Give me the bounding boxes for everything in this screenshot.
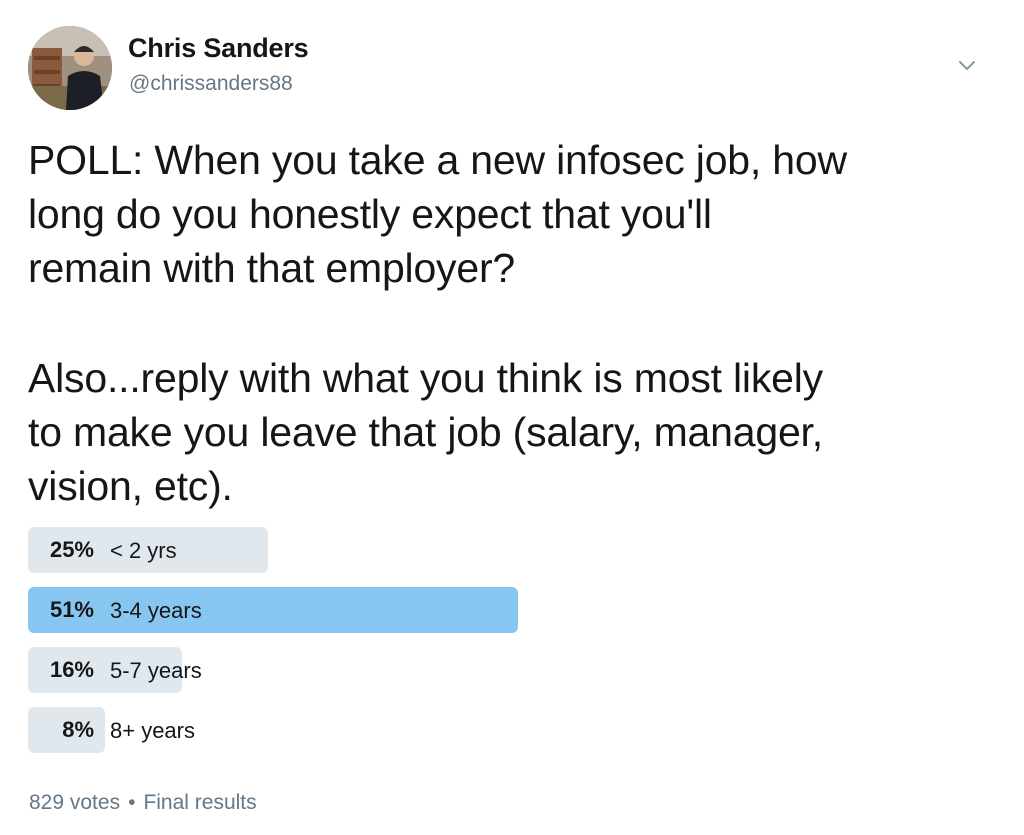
poll-option-2: 51% 3-4 years	[28, 587, 988, 633]
poll-option-label: 8+ years	[110, 718, 195, 743]
poll-option-1: 25% < 2 yrs	[28, 527, 988, 573]
poll-option-label: 3-4 years	[110, 598, 202, 623]
chevron-down-icon[interactable]	[952, 54, 982, 78]
poll-status: Final results	[143, 791, 257, 814]
poll-bar	[28, 587, 518, 633]
avatar-image	[28, 26, 112, 110]
poll-option-label: 5-7 years	[110, 658, 202, 683]
poll-percent: 16%	[49, 657, 94, 682]
poll-option-4: 8% 8+ years	[28, 707, 988, 753]
avatar[interactable]	[28, 26, 112, 110]
poll-percent: 25%	[49, 537, 94, 562]
separator-dot: •	[128, 791, 136, 814]
author-handle[interactable]: @chrissanders88	[129, 72, 293, 96]
poll-footer: 829 votes • Final results	[29, 791, 257, 815]
poll-vote-count: 829 votes	[29, 791, 121, 814]
poll-option-3: 16% 5-7 years	[28, 647, 988, 693]
poll-percent: 51%	[49, 597, 94, 622]
author-name[interactable]: Chris Sanders	[128, 33, 309, 64]
tweet-card: Chris Sanders @chrissanders88 POLL: When…	[0, 0, 1024, 835]
poll-option-label: < 2 yrs	[110, 538, 177, 563]
poll-percent: 8%	[62, 717, 94, 742]
tweet-text-paragraph-2: Also...reply with what you think is most…	[28, 355, 823, 509]
tweet-text-paragraph-1: POLL: When you take a new infosec job, h…	[28, 137, 847, 291]
